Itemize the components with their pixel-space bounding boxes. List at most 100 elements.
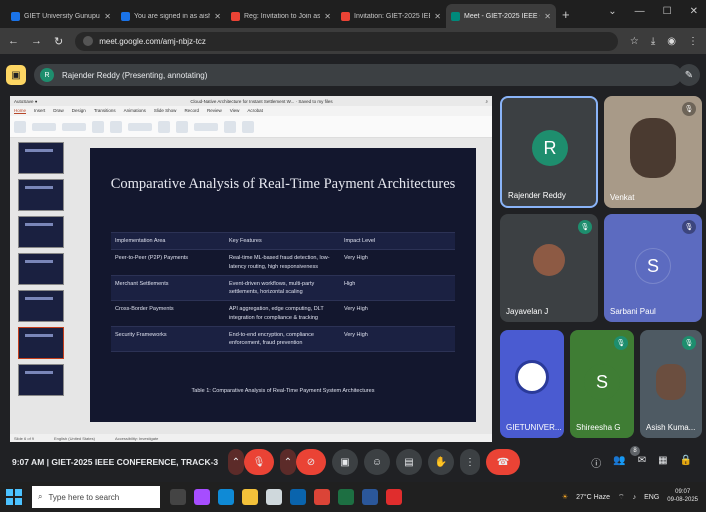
table-cell: Security Frameworks — [115, 331, 167, 338]
presentation-bar: ▣ R Rajender Reddy (Presenting, annotati… — [6, 62, 704, 88]
bookmark-star-icon[interactable]: ☆ — [630, 36, 639, 47]
forward-icon[interactable]: → — [31, 35, 42, 47]
outlook-icon[interactable] — [290, 489, 306, 505]
chat-icon[interactable]: ✉ — [638, 455, 646, 470]
autosave-label: AutoSave ● — [14, 98, 38, 104]
url-field[interactable]: meet.google.com/amj-nbjz-tcz — [75, 31, 618, 51]
chrome-icon[interactable] — [314, 489, 330, 505]
close-icon[interactable]: ✕ — [104, 12, 111, 21]
table-cell: End-to-end encryption, compliance enforc… — [229, 331, 314, 346]
table-cell: Real-time ML-based fraud detection, low-… — [229, 255, 330, 270]
excel-icon[interactable] — [338, 489, 354, 505]
host-controls-icon[interactable]: 🔒 — [680, 455, 692, 470]
file-explorer-icon[interactable] — [242, 489, 258, 505]
table-cell: Cross-Border Payments — [115, 306, 174, 313]
ppt-title-bar: AutoSave ● Cloud-Native Architecture for… — [10, 96, 492, 106]
reload-icon[interactable]: ↻ — [54, 35, 63, 48]
browser-tab-2[interactable]: You are signed in as aish ✕ — [116, 4, 226, 28]
camera-off-button[interactable]: ⊘ — [296, 449, 326, 475]
presenter-banner: R Rajender Reddy (Presenting, annotating… — [34, 64, 682, 86]
mic-on-icon: 🎙 — [578, 220, 592, 234]
table-header: Impact Level — [344, 238, 376, 244]
maximize-icon[interactable]: ☐ — [663, 6, 672, 17]
participant-tile[interactable]: 🎙 Asish Kuma... — [640, 330, 702, 438]
raise-hand-button[interactable]: ✋ — [428, 449, 454, 475]
download-icon[interactable]: ⤓ — [651, 36, 655, 47]
close-icon[interactable]: ✕ — [214, 12, 221, 21]
close-icon[interactable]: ✕ — [324, 12, 331, 21]
word-icon[interactable] — [362, 489, 378, 505]
wifi-icon[interactable]: ⌔ — [618, 493, 625, 502]
current-slide: Comparative Analysis of Real-Time Paymen… — [90, 148, 476, 422]
taskbar-search[interactable]: ⌕ Type here to search — [32, 486, 160, 508]
participant-tile[interactable]: GIETUNIVER... — [500, 330, 564, 438]
meet-icon — [451, 11, 460, 21]
participant-tile[interactable]: 🎙 Jayavelan J — [500, 214, 598, 322]
browser-tab-5[interactable]: Meet - GIET-2025 IEEE CON ✕ — [446, 4, 556, 28]
present-screen-icon[interactable]: ▣ — [6, 65, 26, 85]
table-cell: Merchant Settlements — [115, 280, 169, 287]
ribbon-tab: View — [229, 108, 240, 113]
ppt-ribbon — [10, 116, 492, 138]
avatar: R — [532, 130, 568, 166]
close-icon[interactable]: ✕ — [544, 12, 551, 21]
info-icon[interactable]: ⓘ — [591, 455, 601, 470]
url-text: meet.google.com/amj-nbjz-tcz — [99, 36, 206, 46]
acrobat-icon[interactable] — [386, 489, 402, 505]
site-info-icon[interactable] — [83, 36, 94, 46]
captions-button[interactable]: ▤ — [396, 449, 422, 475]
participant-tile[interactable]: S 🎙 Sarbani Paul — [604, 214, 702, 322]
chevron-down-icon[interactable]: ⌄ — [608, 6, 616, 17]
gmail-icon — [341, 11, 350, 21]
back-icon[interactable]: ← — [8, 35, 19, 47]
mic-off-icon: 🎙 — [682, 220, 696, 234]
edge-icon[interactable] — [218, 489, 234, 505]
profile-icon[interactable]: ◉ — [667, 36, 676, 47]
slide-thumbnail — [18, 216, 64, 248]
annotate-pen-icon[interactable]: ✎ — [678, 64, 700, 86]
copilot-icon[interactable] — [194, 489, 210, 505]
minimize-icon[interactable]: — — [635, 6, 645, 17]
close-icon[interactable]: ✕ — [434, 12, 441, 21]
mic-on-icon: 🎙 — [614, 336, 628, 350]
table-caption: Table 1: Comparative Analysis of Real-Ti… — [191, 388, 375, 394]
volume-icon[interactable]: ♪ — [633, 494, 637, 501]
table-row: Security Frameworks End-to-end encryptio… — [111, 326, 455, 353]
ribbon-tab: Acrobat — [247, 108, 263, 113]
video-options-chevron[interactable]: ⌃ — [280, 449, 296, 475]
menu-icon[interactable]: ⋮ — [688, 36, 698, 47]
windows-start-icon[interactable] — [6, 489, 22, 505]
participant-name: Shireesha G — [576, 423, 621, 432]
comparison-table: Implementation Area Key Features Impact … — [111, 232, 455, 353]
slide-thumbnail — [18, 142, 64, 174]
language-indicator[interactable]: ENG — [644, 494, 659, 501]
browser-tab-3[interactable]: Reg: Invitation to Join as Sessi ✕ — [226, 4, 336, 28]
browser-tab-1[interactable]: GIET University Gunupur, Inte ✕ — [6, 4, 116, 28]
gmail-icon — [231, 11, 240, 21]
meet-control-bar: 9:07 AM | GIET-2025 IEEE CONFERENCE, TRA… — [0, 442, 706, 482]
participant-name: Rajender Reddy — [508, 191, 566, 200]
weather-label[interactable]: 27°C Haze — [576, 494, 610, 501]
participant-photo — [533, 244, 565, 276]
close-window-icon[interactable]: ✕ — [690, 6, 698, 17]
ppt-ribbon-tabs: Home Insert Draw Design Transitions Anim… — [10, 106, 492, 116]
activities-icon[interactable]: ▦ — [658, 455, 667, 470]
browser-tab-4[interactable]: Invitation: GIET-2025 IEEE CON ✕ — [336, 4, 446, 28]
more-options-button[interactable]: ⋮ — [460, 449, 480, 475]
store-icon[interactable] — [266, 489, 282, 505]
new-tab-button[interactable]: + — [562, 7, 570, 22]
leave-call-button[interactable]: ☎ — [486, 449, 520, 475]
audio-options-chevron[interactable]: ⌃ — [228, 449, 244, 475]
participant-tile[interactable]: R Rajender Reddy — [500, 96, 598, 208]
avatar: S — [584, 364, 620, 400]
taskbar-clock[interactable]: 09:07 09-08-2025 — [667, 489, 698, 505]
mic-off-button[interactable]: 🎙 — [244, 449, 274, 475]
avatar: R — [40, 68, 54, 82]
participant-tile[interactable]: S 🎙 Shireesha G — [570, 330, 634, 438]
task-view-icon[interactable] — [170, 489, 186, 505]
emoji-button[interactable]: ☺ — [364, 449, 390, 475]
present-button[interactable]: ▣ — [332, 449, 358, 475]
meet-window: ▣ R Rajender Reddy (Presenting, annotati… — [0, 54, 706, 482]
people-icon[interactable]: 👥 — [613, 455, 625, 470]
participant-tile[interactable]: 🎙 Venkat — [604, 96, 702, 208]
